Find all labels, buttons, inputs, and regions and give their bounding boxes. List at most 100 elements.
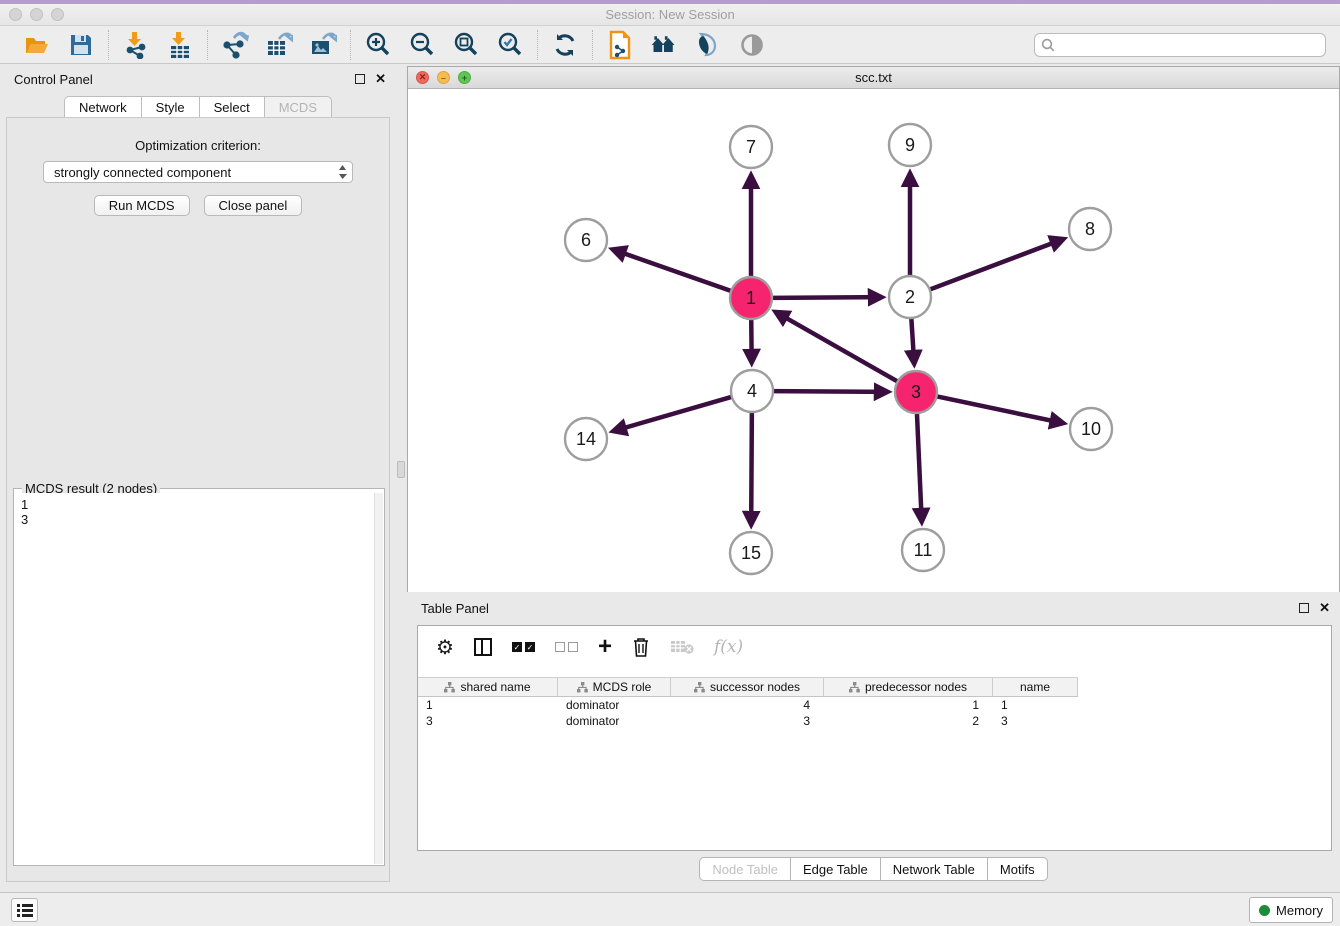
- column-type-icon: [849, 682, 860, 693]
- run-mcds-button[interactable]: Run MCDS: [94, 195, 190, 216]
- table-cell[interactable]: dominator: [558, 713, 671, 729]
- graph-edge-2-3[interactable]: [911, 318, 914, 363]
- network-view-window: ✕ – + scc.txt 7968124314101511: [407, 66, 1340, 592]
- float-table-panel-icon[interactable]: [1299, 603, 1309, 613]
- graph-edge-4-15[interactable]: [751, 412, 752, 524]
- mcds-result-group: MCDS result (2 nodes) 1 3: [13, 488, 385, 866]
- import-network-icon[interactable]: [122, 31, 150, 59]
- main-titlebar: Session: New Session: [0, 4, 1340, 26]
- float-panel-icon[interactable]: [355, 74, 365, 84]
- zoom-fit-icon[interactable]: [452, 31, 480, 59]
- close-table-panel-icon[interactable]: ✕: [1319, 603, 1330, 613]
- graph-node-label-4: 4: [747, 381, 757, 401]
- table-header-row: shared nameMCDS rolesuccessor nodesprede…: [418, 677, 1078, 697]
- application-window: Session: New Session: [0, 0, 1340, 926]
- table-row[interactable]: 3dominator323: [418, 713, 1331, 729]
- toggle-visibility-icon[interactable]: [738, 31, 766, 59]
- tab-motifs[interactable]: Motifs: [987, 857, 1048, 881]
- tab-network-table[interactable]: Network Table: [880, 857, 987, 881]
- table-cell[interactable]: 3: [993, 713, 1078, 729]
- close-panel-button[interactable]: Close panel: [204, 195, 303, 216]
- add-column-icon[interactable]: +: [598, 634, 612, 660]
- graph-node-label-3: 3: [911, 382, 921, 402]
- search-field[interactable]: [1034, 33, 1326, 57]
- export-network-icon[interactable]: [221, 31, 249, 59]
- minimize-network-icon[interactable]: –: [437, 71, 450, 84]
- tab-mcds[interactable]: MCDS: [264, 96, 332, 118]
- close-panel-icon[interactable]: ✕: [375, 74, 386, 84]
- criterion-select[interactable]: strongly connected component: [43, 161, 353, 183]
- network-canvas[interactable]: 7968124314101511: [408, 89, 1339, 592]
- export-table-icon[interactable]: [265, 31, 293, 59]
- table-cell[interactable]: 1: [993, 697, 1078, 713]
- graph-edge-1-2[interactable]: [772, 297, 881, 298]
- search-input[interactable]: [1055, 38, 1319, 52]
- table-cell[interactable]: 4: [671, 697, 824, 713]
- tab-network[interactable]: Network: [64, 96, 141, 118]
- control-panel-header: Control Panel ✕: [0, 66, 396, 92]
- column-type-icon: [694, 682, 705, 693]
- graph-edge-4-3[interactable]: [773, 391, 887, 392]
- result-scrollbar[interactable]: [374, 493, 383, 864]
- open-file-icon[interactable]: [23, 31, 51, 59]
- save-session-icon[interactable]: [67, 31, 95, 59]
- graph-edge-1-6[interactable]: [613, 250, 731, 291]
- show-all-networks-icon[interactable]: [650, 31, 678, 59]
- tab-style[interactable]: Style: [141, 96, 199, 118]
- column-header-shared-name[interactable]: shared name: [418, 678, 558, 696]
- table-cell[interactable]: 3: [418, 713, 558, 729]
- table-cell[interactable]: 3: [671, 713, 824, 729]
- mcds-result-text[interactable]: 1 3: [15, 493, 373, 864]
- refresh-icon[interactable]: [551, 31, 579, 59]
- optimization-criterion-label: Optimization criterion:: [7, 138, 389, 153]
- import-table-icon[interactable]: [166, 31, 194, 59]
- table-cell[interactable]: 1: [418, 697, 558, 713]
- maximize-network-icon[interactable]: +: [458, 71, 471, 84]
- zoom-in-icon[interactable]: [364, 31, 392, 59]
- column-header-MCDS-role[interactable]: MCDS role: [558, 678, 671, 696]
- deselect-all-rows-icon[interactable]: [555, 634, 578, 660]
- network-title: scc.txt: [408, 70, 1339, 85]
- table-panel: Table Panel ✕ ⚙ ✓✓ + f(x): [407, 596, 1340, 890]
- table-cell[interactable]: 1: [824, 697, 993, 713]
- graph-node-label-2: 2: [905, 287, 915, 307]
- column-header-name[interactable]: name: [993, 678, 1078, 696]
- tab-node-table[interactable]: Node Table: [699, 857, 790, 881]
- graph-node-label-8: 8: [1085, 219, 1095, 239]
- graph-edge-3-10[interactable]: [937, 396, 1063, 423]
- table-options-gear-icon[interactable]: ⚙: [436, 634, 454, 660]
- table-cell[interactable]: 2: [824, 713, 993, 729]
- column-header-successor-nodes[interactable]: successor nodes: [671, 678, 824, 696]
- export-image-icon[interactable]: [309, 31, 337, 59]
- control-panel-tabs: NetworkStyleSelectMCDS: [0, 96, 396, 118]
- close-network-icon[interactable]: ✕: [416, 71, 429, 84]
- zoom-out-icon[interactable]: [408, 31, 436, 59]
- tab-edge-table[interactable]: Edge Table: [790, 857, 880, 881]
- graph-edge-3-11[interactable]: [917, 413, 922, 521]
- column-type-icon: [577, 682, 588, 693]
- zoom-selected-icon[interactable]: [496, 31, 524, 59]
- graph-edge-3-1[interactable]: [776, 312, 898, 381]
- show-column-panel-icon[interactable]: [474, 634, 492, 660]
- memory-label: Memory: [1276, 903, 1323, 918]
- delete-table-icon[interactable]: [670, 634, 694, 660]
- graph-node-label-7: 7: [746, 137, 756, 157]
- main-toolbar: [0, 26, 1340, 64]
- table-cell[interactable]: dominator: [558, 697, 671, 713]
- task-history-button[interactable]: [11, 898, 38, 922]
- clone-network-icon[interactable]: [606, 31, 634, 59]
- network-window-titlebar[interactable]: ✕ – + scc.txt: [408, 67, 1339, 89]
- graph-edge-2-8[interactable]: [930, 239, 1063, 289]
- memory-button[interactable]: Memory: [1249, 897, 1333, 923]
- graph-node-label-15: 15: [741, 543, 761, 563]
- function-builder-icon[interactable]: f(x): [714, 634, 743, 660]
- select-all-rows-icon[interactable]: ✓✓: [512, 634, 535, 660]
- panel-divider-handle[interactable]: [397, 461, 405, 478]
- graph-node-label-10: 10: [1081, 419, 1101, 439]
- delete-column-icon[interactable]: [632, 634, 650, 660]
- apply-style-icon[interactable]: [694, 31, 722, 59]
- column-header-predecessor-nodes[interactable]: predecessor nodes: [824, 678, 993, 696]
- graph-edge-4-14[interactable]: [614, 397, 732, 431]
- table-row[interactable]: 1dominator411: [418, 697, 1331, 713]
- tab-select[interactable]: Select: [199, 96, 264, 118]
